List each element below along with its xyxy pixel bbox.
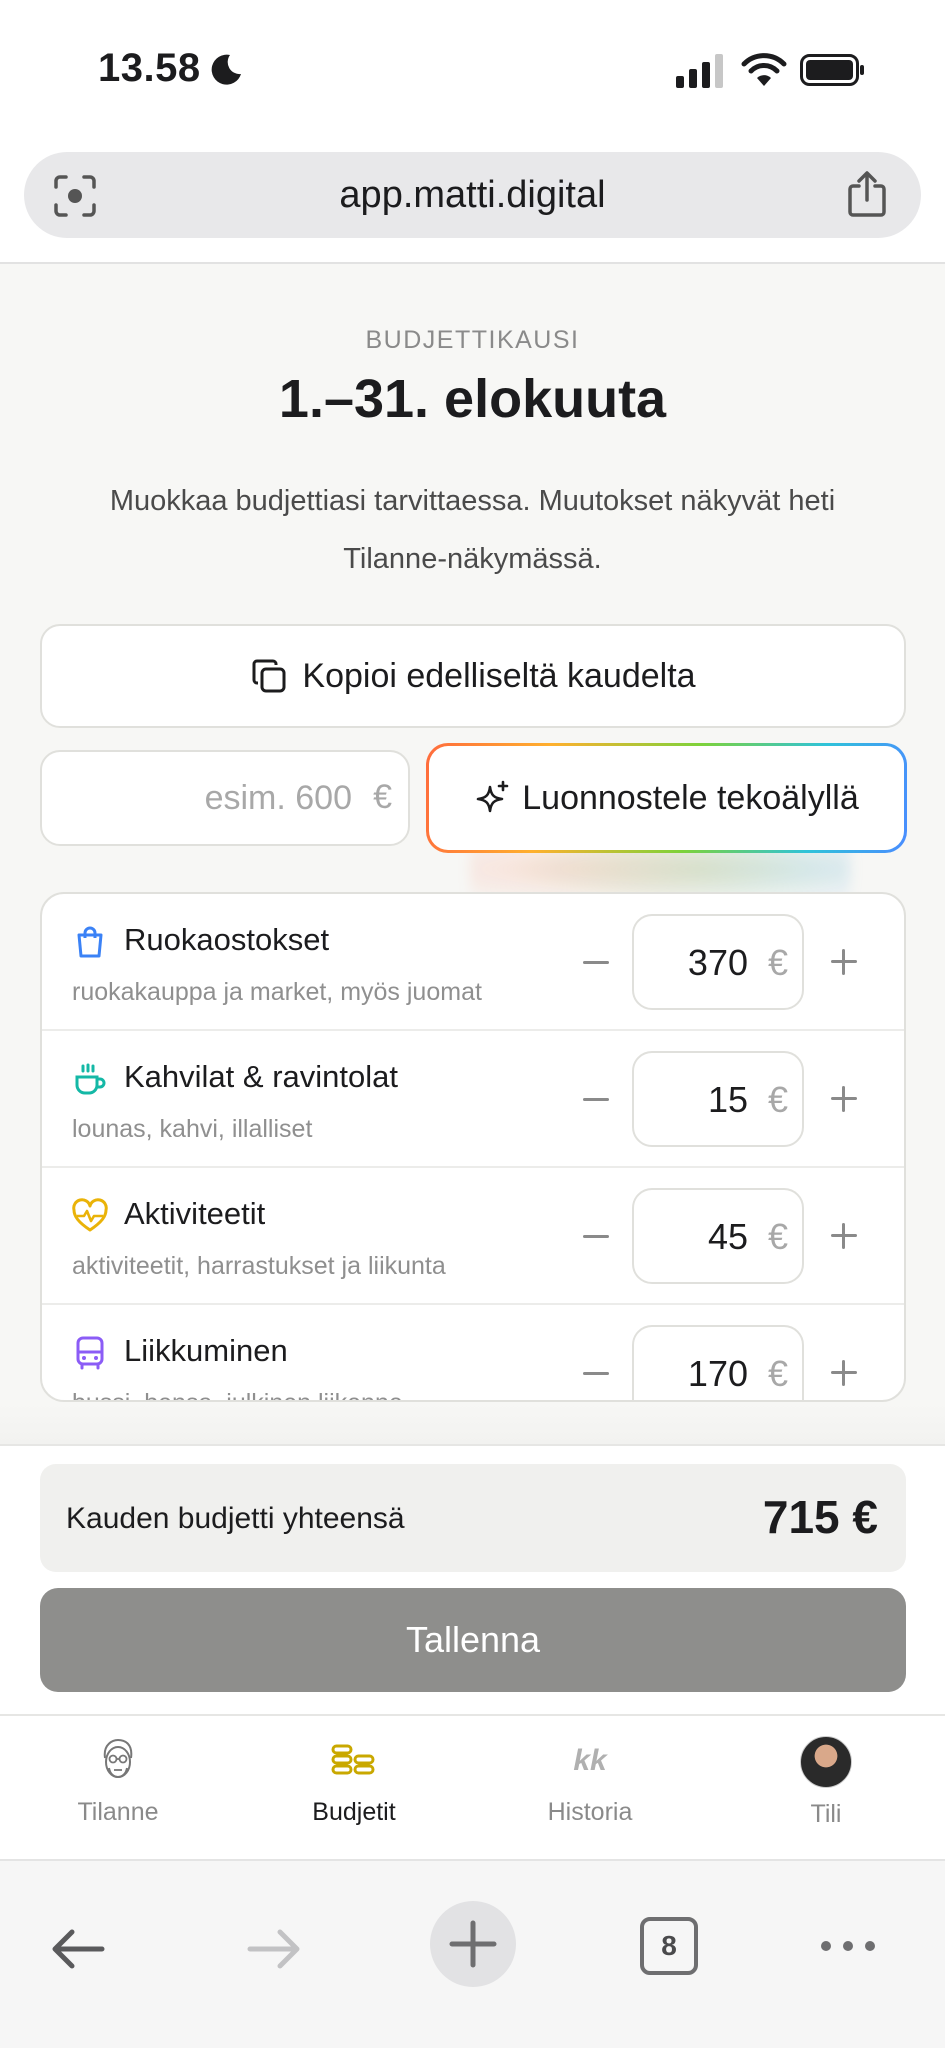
category-row: Aktiviteetit aktiviteetit, harrastukset … [42,1168,904,1305]
back-arrow-icon[interactable] [48,1919,108,1979]
currency-suffix: € [767,1079,788,1120]
save-button[interactable]: Tallenna [40,1588,906,1692]
amount-input[interactable]: 170 € [632,1325,804,1400]
tab-historia[interactable]: kk Historia [472,1736,708,1846]
shopping-bag-icon [77,926,103,958]
page-description: Muokkaa budjettiasi tarvittaessa. Muutok… [109,485,836,575]
decrease-button[interactable] [574,940,618,984]
category-name: Kahvilat & ravintolat [124,1059,398,1094]
more-icon[interactable] [818,1931,878,1961]
category-name: Ruokaostokset [124,922,330,957]
tab-label: Budjetit [312,1798,396,1826]
forward-arrow-icon[interactable] [244,1919,304,1979]
app-tab-bar: Tilanne Budjetit kk Historia Tili [0,1714,945,1859]
budget-editor: BUDJETTIKAUSI 1.–31. elokuuta Muokkaa bu… [0,264,945,1444]
copy-icon [252,659,286,693]
sparkles-icon [476,780,509,813]
scroll-fade [0,1404,945,1444]
amount-value[interactable]: 370 [688,942,748,984]
url-text[interactable]: app.matti.digital [24,174,921,217]
share-icon[interactable] [845,170,889,218]
total-label: Kauden budjetti yhteensä [66,1502,405,1535]
category-row: Liikkuminen bussi, bensa, julkinen liike… [42,1305,904,1400]
budget-footer: Kauden budjetti yhteensä 715 € Tallenna [0,1444,945,1714]
category-list[interactable]: Ruokaostokset ruokakauppa ja market, myö… [40,892,906,1402]
battery-icon [800,54,864,86]
tab-label: Tilanne [77,1798,159,1826]
moon-icon [211,54,241,85]
ai-draft-label: Luonnostele tekoälyllä [522,778,859,817]
increase-button[interactable] [822,1351,866,1395]
amount-input[interactable]: 45 € [632,1188,804,1284]
plus-icon [449,1920,497,1968]
address-bar[interactable]: app.matti.digital [24,152,921,238]
new-tab-button[interactable] [430,1901,516,1987]
decrease-button[interactable] [574,1214,618,1258]
face-sketch-icon [103,1738,133,1778]
category-row: Kahvilat & ravintolat lounas, kahvi, ill… [42,1031,904,1168]
coin-stacks-icon [331,1744,375,1775]
currency-suffix: € [373,778,392,816]
tab-label: Historia [547,1798,633,1826]
amount-input[interactable]: 370 € [632,914,804,1010]
category-name: Aktiviteetit [124,1196,266,1231]
kk-icon: kk [573,1744,607,1777]
tab-label: Tili [810,1800,842,1828]
coffee-cup-icon [75,1063,106,1095]
amount-value[interactable]: 15 [708,1079,748,1121]
amount-value[interactable]: 170 [688,1353,748,1395]
copy-previous-button[interactable]: Kopioi edelliseltä kaudelta [40,624,906,728]
increase-button[interactable] [822,940,866,984]
bus-icon [76,1336,104,1370]
ai-budget-amount-field[interactable]: € [40,750,410,846]
wifi-icon [741,53,787,86]
category-row: Ruokaostokset ruokakauppa ja market, myö… [42,894,904,1031]
tabs-button[interactable]: 8 [640,1917,698,1975]
decrease-button[interactable] [574,1077,618,1121]
ai-budget-amount-input[interactable] [62,752,352,844]
decrease-button[interactable] [574,1351,618,1395]
currency-suffix: € [767,942,788,983]
budget-total: Kauden budjetti yhteensä 715 € [40,1464,906,1572]
browser-toolbar: 8 [0,1859,945,2048]
category-description: bussi, bensa, julkinen liikenne [72,1389,403,1400]
tab-tili[interactable]: Tili [708,1736,944,1846]
period-kicker: BUDJETTIKAUSI [365,326,580,354]
category-description: aktiviteetit, harrastukset ja liikunta [72,1252,446,1280]
cellular-signal-icon [676,54,723,88]
status-time: 13.58 [98,46,201,90]
currency-suffix: € [767,1216,788,1257]
category-name: Liikkuminen [124,1333,288,1368]
status-bar: 13.58 [0,0,945,140]
increase-button[interactable] [822,1214,866,1258]
tab-budjetit[interactable]: Budjetit [236,1736,472,1846]
total-amount: 715 € [762,1491,878,1543]
amount-value[interactable]: 45 [708,1216,748,1258]
increase-button[interactable] [822,1077,866,1121]
category-description: ruokakauppa ja market, myös juomat [72,978,482,1006]
page-title: 1.–31. elokuuta [278,369,667,429]
heart-pulse-icon [72,1198,108,1232]
copy-previous-label: Kopioi edelliseltä kaudelta [302,656,696,695]
category-description: lounas, kahvi, illalliset [72,1115,313,1143]
amount-input[interactable]: 15 € [632,1051,804,1147]
ai-draft-button[interactable]: Luonnostele tekoälyllä [426,743,907,853]
divider [0,1444,945,1446]
save-label: Tallenna [405,1619,541,1660]
tab-tilanne[interactable]: Tilanne [0,1736,236,1846]
avatar [800,1736,852,1788]
currency-suffix: € [767,1353,788,1394]
